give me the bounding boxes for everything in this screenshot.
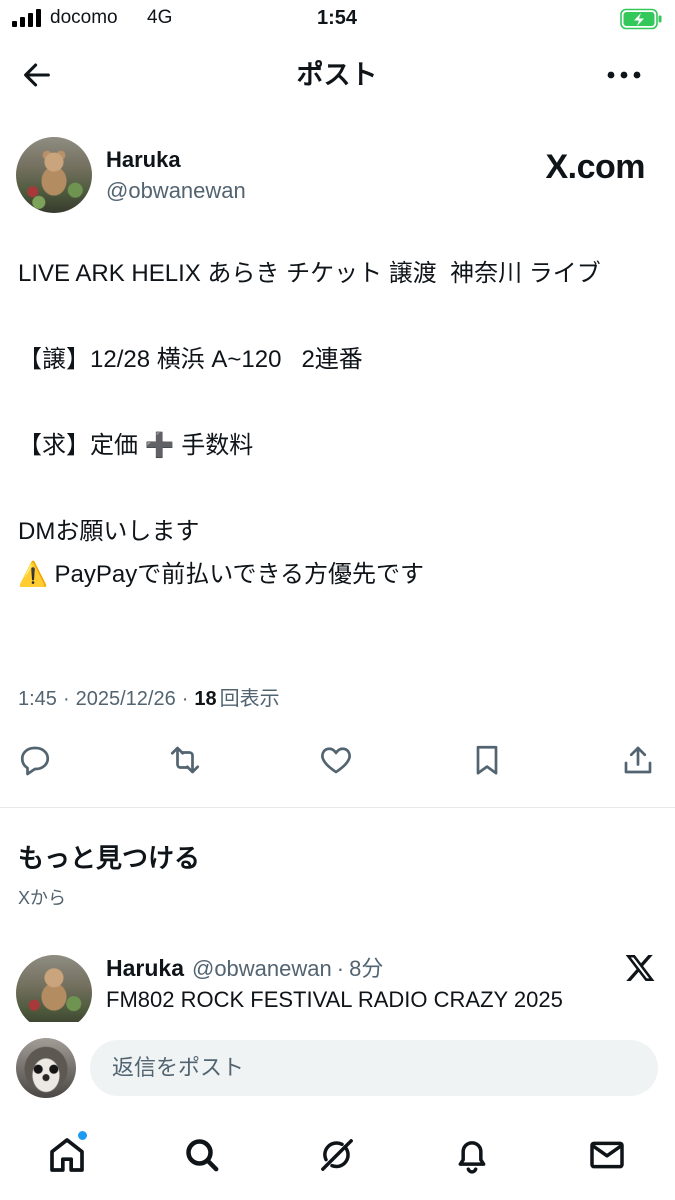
repost-icon xyxy=(170,746,200,774)
nav-notifications[interactable] xyxy=(444,1127,500,1183)
status-bar: docomo 4G 1:54 xyxy=(0,0,675,40)
carrier-label: docomo xyxy=(50,7,118,28)
status-time: 1:54 xyxy=(316,7,358,29)
recommended-time: 8分 xyxy=(349,956,384,981)
grok-icon xyxy=(321,1139,353,1171)
x-logo-icon[interactable] xyxy=(624,952,656,984)
divider xyxy=(0,807,675,808)
brand-label: X.com xyxy=(545,148,645,186)
more-icon xyxy=(607,71,641,79)
meta-separator: · xyxy=(62,688,70,710)
back-arrow-icon xyxy=(24,63,50,87)
nav-grok[interactable] xyxy=(309,1127,365,1183)
mail-icon xyxy=(590,1141,624,1169)
view-count[interactable]: 18 xyxy=(194,685,216,713)
nav-home[interactable] xyxy=(39,1127,95,1183)
composer-avatar[interactable] xyxy=(16,1038,76,1098)
post-text-line: ⚠️ PayPayで前払いできる方優先です xyxy=(18,561,425,588)
recommended-separator: · xyxy=(336,956,345,981)
reply-composer xyxy=(0,1022,675,1114)
battery-charging-icon xyxy=(620,8,662,30)
author-avatar[interactable] xyxy=(16,137,92,213)
post-body: LIVE ARK HELIX あらき チケット 譲渡 神奈川 ライブ 【譲】12… xyxy=(18,252,658,596)
signal-bars-icon xyxy=(12,9,41,27)
author-name[interactable]: Haruka xyxy=(106,146,181,174)
bookmark-button[interactable] xyxy=(463,736,511,784)
reply-input-container[interactable] xyxy=(90,1040,658,1096)
nav-messages[interactable] xyxy=(579,1127,635,1183)
discover-source: Xから xyxy=(18,888,67,908)
network-label: 4G xyxy=(147,7,173,28)
bookmark-icon xyxy=(476,745,498,775)
view-label[interactable]: 回表示 xyxy=(220,685,280,713)
bottom-nav xyxy=(0,1114,675,1200)
post-text-line: LIVE ARK HELIX あらき チケット 譲渡 神奈川 ライブ xyxy=(18,260,601,287)
share-icon xyxy=(624,746,652,774)
recommended-author-name[interactable]: Haruka xyxy=(106,954,184,982)
recommended-header: Haruka @obwanewan · 8分 xyxy=(106,954,383,982)
post-text-line: 【求】定価 ➕ 手数料 xyxy=(18,432,254,459)
share-button[interactable] xyxy=(614,736,662,784)
recommended-avatar[interactable] xyxy=(16,955,92,1031)
like-button[interactable] xyxy=(312,736,360,784)
reply-input[interactable] xyxy=(90,1040,658,1096)
author-handle[interactable]: @obwanewan xyxy=(106,177,246,205)
more-button[interactable] xyxy=(602,57,646,93)
recommended-author-handle[interactable]: @obwanewan xyxy=(192,955,332,983)
reply-icon xyxy=(20,746,50,776)
post-text-line: 【譲】12/28 横浜 A~120 2連番 xyxy=(18,346,363,373)
post-meta: 1:45 · 2025/12/26 · 18 回表示 xyxy=(18,685,280,713)
nav-search[interactable] xyxy=(174,1127,230,1183)
repost-button[interactable] xyxy=(161,736,209,784)
bell-icon xyxy=(458,1141,486,1174)
post-time: 1:45 xyxy=(18,688,57,710)
like-icon xyxy=(321,747,351,774)
reply-button[interactable] xyxy=(11,736,59,784)
back-button[interactable] xyxy=(16,55,58,95)
post-date: 2025/12/26 xyxy=(75,688,176,710)
discover-title: もっと見つける xyxy=(18,843,201,873)
notification-dot xyxy=(77,1130,88,1141)
recommended-text: FM802 ROCK FESTIVAL RADIO CRAZY 2025 xyxy=(106,987,563,1012)
meta-separator: · xyxy=(181,688,189,710)
search-icon xyxy=(186,1139,219,1172)
page-title: ポスト xyxy=(296,60,378,90)
post-text-line: DMお願いします xyxy=(18,518,200,545)
home-icon xyxy=(50,1138,84,1172)
